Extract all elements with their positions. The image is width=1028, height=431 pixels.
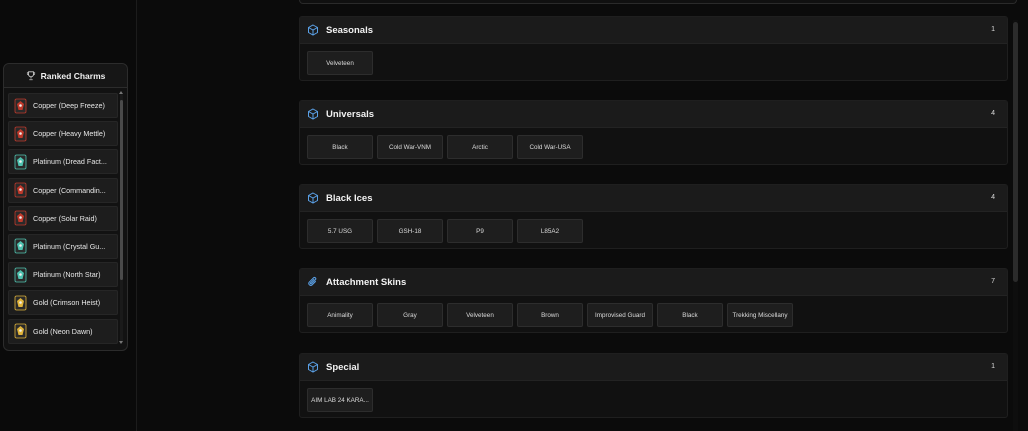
platinum-rank-charm-icon: [14, 267, 27, 283]
item-button[interactable]: Arctic: [447, 135, 513, 159]
cube-icon: [308, 192, 318, 204]
section-count-badge: 1: [991, 363, 995, 370]
ranked-charms-list: Copper (Deep Freeze) Copper (Heavy Mettle…: [8, 93, 118, 348]
section-header[interactable]: Black Ices: [300, 185, 1007, 212]
ranked-charms-panel: Ranked Charms Copper (Deep Freeze) Copper…: [3, 63, 128, 351]
platinum-rank-charm-icon: [14, 154, 27, 170]
item-button[interactable]: L85A2: [517, 219, 583, 243]
charm-label: Gold (Crimson Heist): [33, 298, 101, 308]
section-seasonals: Seasonals 1 Velveteen: [299, 16, 1008, 81]
charm-item[interactable]: Copper (Deep Freeze): [8, 93, 118, 118]
item-button[interactable]: Velveteen: [447, 303, 513, 327]
charm-label: Platinum (Dread Fact...: [33, 157, 107, 167]
copper-rank-charm-icon: [14, 182, 27, 198]
section-black-ices: Black Ices 4 5.7 USG GSH-18 P9 L85A2: [299, 184, 1008, 249]
charms-scrollbar[interactable]: [120, 94, 123, 343]
ranked-charms-header: Ranked Charms: [4, 64, 127, 88]
charm-label: Platinum (Crystal Gu...: [33, 241, 106, 251]
section-title: Black Ices: [326, 192, 373, 204]
platinum-rank-charm-icon: [14, 239, 27, 254]
item-button[interactable]: GSH-18: [377, 219, 443, 243]
item-button[interactable]: Brown: [517, 303, 583, 327]
charm-item[interactable]: Copper (Solar Raid): [8, 205, 118, 231]
main-scroll-thumb[interactable]: [1013, 22, 1018, 282]
item-button[interactable]: Improvised Guard: [587, 303, 653, 327]
section-count-badge: 4: [991, 194, 995, 201]
item-button[interactable]: Gray: [377, 303, 443, 327]
section-count-badge: 7: [991, 278, 995, 285]
charm-item[interactable]: Copper (Heavy Mettle): [8, 121, 118, 147]
gold-rank-charm-icon: [14, 323, 27, 339]
item-button[interactable]: P9: [447, 219, 513, 243]
section-title: Special: [326, 361, 360, 373]
charm-item[interactable]: Copper (Commandin...: [8, 177, 118, 203]
cube-icon: [308, 361, 318, 373]
section-header[interactable]: Seasonals: [300, 17, 1007, 44]
section-item-row: Velveteen: [307, 51, 373, 75]
copper-rank-charm-icon: [14, 98, 27, 113]
item-button[interactable]: Cold War-USA: [517, 135, 583, 159]
item-button[interactable]: Cold War-VNM: [377, 135, 443, 159]
section-item-row: Black Cold War-VNM Arctic Cold War-USA: [307, 135, 583, 159]
charm-label: Copper (Heavy Mettle): [33, 129, 106, 139]
charm-label: Platinum (North Star): [33, 270, 101, 280]
section-header[interactable]: Universals: [300, 101, 1007, 128]
charms-scroll-thumb[interactable]: [120, 100, 123, 280]
paperclip-icon: [308, 277, 317, 286]
section-item-row: 5.7 USG GSH-18 P9 L85A2: [307, 219, 583, 243]
item-button[interactable]: Black: [307, 135, 373, 159]
cube-icon: [308, 108, 318, 120]
charm-label: Copper (Solar Raid): [33, 213, 97, 223]
previous-section-edge: [299, 0, 1017, 4]
copper-rank-charm-icon: [14, 126, 27, 142]
page: Ranked Charms Copper (Deep Freeze) Copper…: [0, 0, 1028, 431]
left-column: Ranked Charms Copper (Deep Freeze) Copper…: [0, 0, 137, 431]
section-title: Attachment Skins: [326, 276, 407, 288]
charm-item[interactable]: Platinum (Crystal Gu...: [8, 233, 118, 259]
charms-scroll-up-arrow[interactable]: [119, 91, 123, 94]
charm-item[interactable]: Gold (Neon Dawn): [8, 318, 118, 344]
section-universals: Universals 4 Black Cold War-VNM Arctic Cold W…: [299, 100, 1008, 165]
charm-item[interactable]: Platinum (Dread Fact...: [8, 149, 118, 175]
section-count-badge: 1: [991, 26, 995, 33]
ranked-charms-title: Ranked Charms: [40, 70, 106, 81]
charms-scroll-down-arrow[interactable]: [119, 341, 123, 344]
charm-label: Copper (Commandin...: [33, 185, 106, 195]
item-button[interactable]: Trekking Miscellany: [727, 303, 793, 327]
item-button[interactable]: Velveteen: [307, 51, 373, 75]
section-count-badge: 4: [991, 110, 995, 117]
section-title: Universals: [326, 108, 375, 120]
item-button[interactable]: AIM LAB 24 KARA...: [307, 388, 373, 412]
item-button[interactable]: Animality: [307, 303, 373, 327]
section-attachment-skins: Attachment Skins 7 Animality Gray Velveteen B…: [299, 268, 1008, 333]
section-title: Seasonals: [326, 24, 373, 36]
item-button[interactable]: 5.7 USG: [307, 219, 373, 243]
copper-rank-charm-icon: [14, 210, 27, 226]
charm-item[interactable]: Gold (Crimson Heist): [8, 290, 118, 316]
section-header[interactable]: Attachment Skins: [300, 269, 1007, 296]
section-special: Special 1 AIM LAB 24 KARA...: [299, 353, 1008, 418]
charm-item[interactable]: Platinum (North Star): [8, 262, 118, 288]
item-button[interactable]: Black: [657, 303, 723, 327]
section-header[interactable]: Special: [300, 354, 1007, 381]
charm-label: Copper (Deep Freeze): [33, 101, 105, 110]
section-item-row: AIM LAB 24 KARA...: [307, 388, 373, 412]
section-item-row: Animality Gray Velveteen Brown Improvised Gu…: [307, 303, 793, 327]
gold-rank-charm-icon: [14, 295, 27, 311]
cube-icon: [308, 24, 318, 36]
charm-label: Gold (Neon Dawn): [33, 326, 93, 336]
trophy-icon: [26, 70, 35, 80]
